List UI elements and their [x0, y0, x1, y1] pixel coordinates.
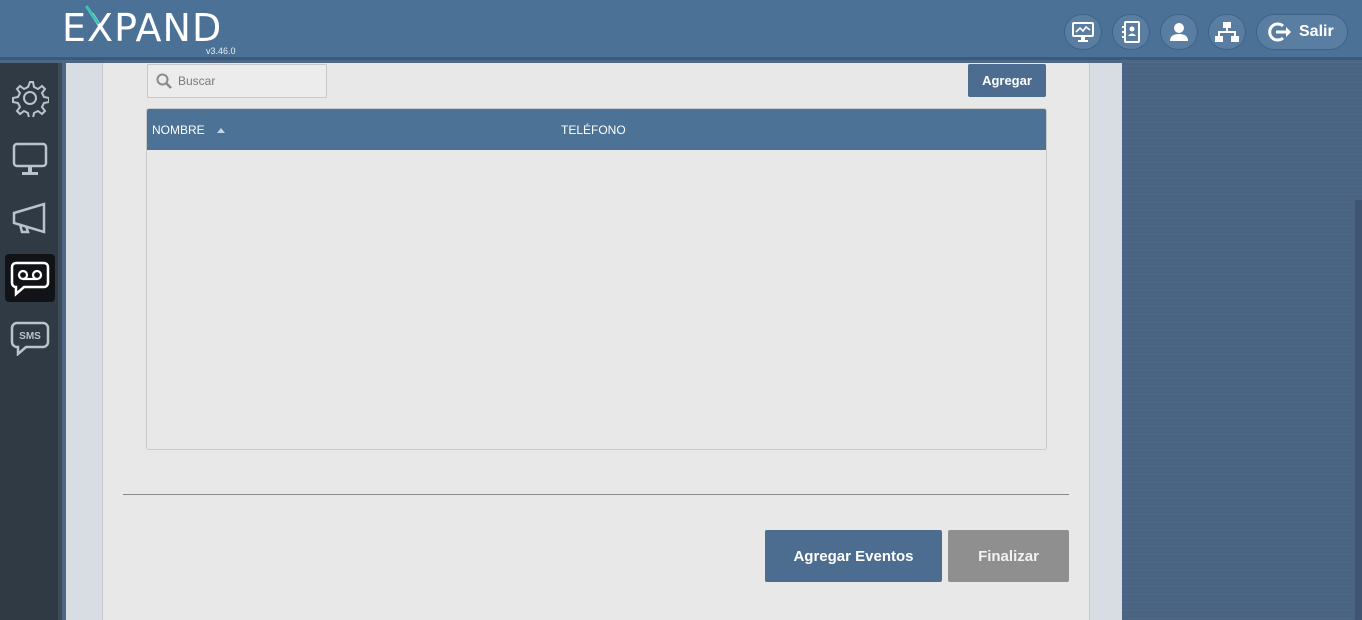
logout-button[interactable]: Salir	[1256, 14, 1348, 50]
contacts-table: NOMBRE TELÉFONO	[146, 108, 1047, 450]
top-bar: EXPAND v3.46.0 Salir	[0, 0, 1362, 60]
column-label-telefono: TELÉFONO	[561, 123, 626, 137]
sidebar-item-sms[interactable]: SMS	[5, 314, 55, 362]
dashboard-monitor-icon	[1072, 22, 1094, 42]
logout-label: Salir	[1299, 23, 1334, 40]
table-header: NOMBRE TELÉFONO	[147, 109, 1046, 150]
right-panel-background	[1122, 63, 1362, 620]
finish-button[interactable]: Finalizar	[948, 530, 1069, 582]
page-scrollbar[interactable]	[1355, 200, 1362, 620]
network-icon	[1215, 22, 1239, 42]
contacts-button[interactable]	[1112, 14, 1150, 50]
sidebar-item-settings[interactable]	[5, 74, 55, 122]
dashboard-button[interactable]	[1064, 14, 1102, 50]
sms-icon: SMS	[10, 321, 50, 356]
user-profile-button[interactable]	[1160, 14, 1198, 50]
sidebar-item-campaigns[interactable]	[5, 194, 55, 242]
column-header-telefono[interactable]: TELÉFONO	[561, 123, 626, 137]
add-button[interactable]: Agregar	[968, 64, 1046, 97]
user-icon	[1170, 23, 1188, 41]
sidebar-item-voicemail[interactable]	[5, 254, 55, 302]
section-divider	[123, 494, 1069, 495]
monitor-icon	[12, 142, 48, 175]
sidebar-nav: SMS	[0, 63, 62, 620]
sort-asc-icon	[216, 128, 225, 134]
table-body	[147, 150, 1046, 449]
search-box[interactable]	[147, 64, 327, 98]
network-button[interactable]	[1208, 14, 1246, 50]
gear-icon	[12, 81, 49, 117]
megaphone-icon	[12, 202, 46, 234]
column-label-nombre: NOMBRE	[152, 123, 205, 137]
search-icon	[156, 73, 172, 89]
app-version: v3.46.0	[206, 46, 236, 56]
voicemail-icon	[10, 261, 50, 297]
sms-icon-label: SMS	[19, 331, 41, 342]
contacts-book-icon	[1122, 21, 1140, 43]
search-input[interactable]	[178, 74, 318, 88]
logout-icon	[1268, 22, 1291, 42]
app-logo: EXPAND	[62, 6, 223, 50]
add-events-button[interactable]: Agregar Eventos	[765, 530, 942, 582]
sidebar-item-monitor[interactable]	[5, 134, 55, 182]
column-header-nombre[interactable]: NOMBRE	[152, 123, 225, 137]
